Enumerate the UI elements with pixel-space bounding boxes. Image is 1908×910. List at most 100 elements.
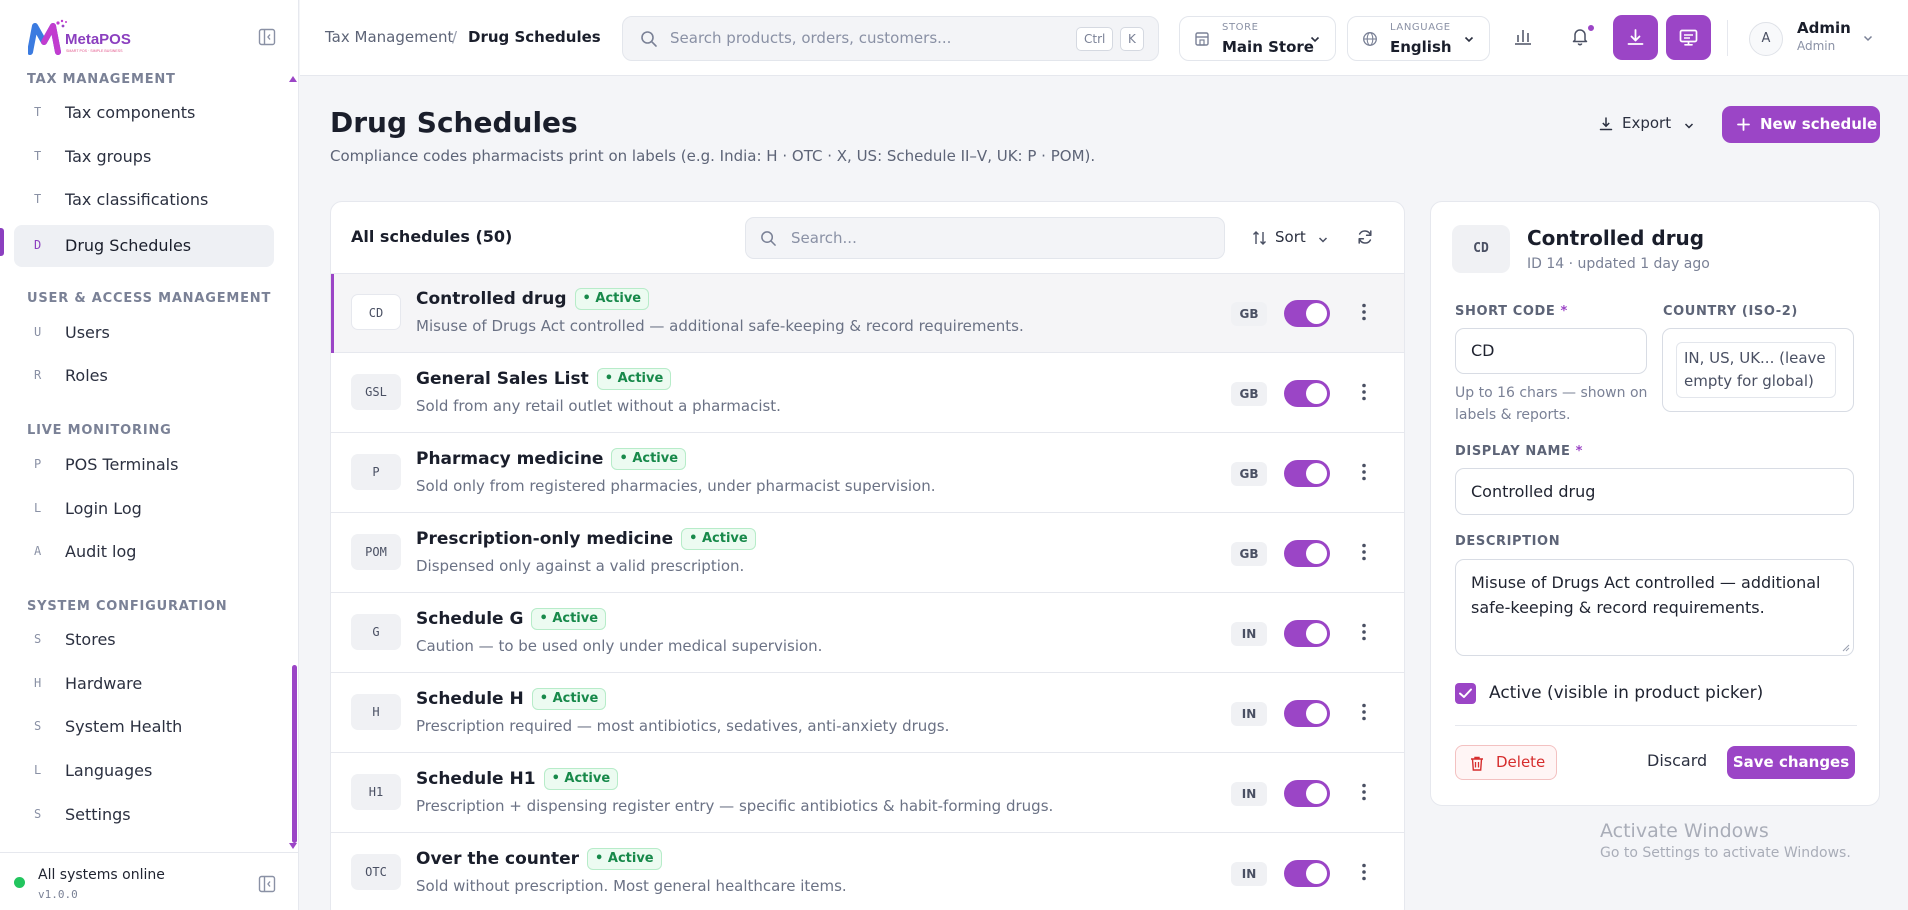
detail-divider [1455, 725, 1857, 726]
store-caption: STORE [1222, 22, 1259, 33]
schedule-code-badge: OTC [351, 854, 401, 890]
store-select[interactable]: STORE Main Store [1179, 16, 1336, 61]
chevron-down-icon [1463, 33, 1475, 45]
schedule-description: Misuse of Drugs Act controlled — additio… [416, 317, 1024, 335]
table-row[interactable]: H Schedule H • Active Prescription required… [331, 674, 1404, 753]
schedules-list-card: All schedules (50) Search... Sort CD Cont… [330, 201, 1405, 910]
store-icon [1194, 31, 1210, 47]
sidebar-item-tax-classifications[interactable]: T Tax classifications [14, 179, 274, 221]
chevron-down-icon[interactable] [1862, 32, 1874, 44]
table-row[interactable]: OTC Over the counter • Active Sold without … [331, 834, 1404, 910]
user-name[interactable]: Admin [1797, 19, 1851, 37]
refresh-icon[interactable] [1356, 228, 1374, 246]
schedule-name[interactable]: Prescription-only medicine • Active [416, 528, 756, 550]
collapse-sidebar-icon[interactable] [258, 28, 276, 46]
schedule-enabled-toggle[interactable] [1284, 860, 1330, 887]
sort-button[interactable]: Sort [1249, 222, 1333, 254]
metapos-logo[interactable]: MetaPOS SMART POS · SIMPLE BUSINESS [28, 18, 160, 58]
schedule-enabled-toggle[interactable] [1284, 540, 1330, 567]
description-field[interactable]: Misuse of Drugs Act controlled — additio… [1455, 559, 1854, 656]
short-code-field[interactable]: CD [1455, 328, 1647, 374]
analytics-icon[interactable] [1513, 26, 1533, 46]
schedule-enabled-toggle[interactable] [1284, 460, 1330, 487]
pos-terminal-button[interactable] [1666, 15, 1711, 60]
avatar[interactable]: A [1749, 22, 1783, 56]
sidebar-scrollbar-thumb[interactable] [292, 665, 297, 843]
schedule-enabled-toggle[interactable] [1284, 780, 1330, 807]
sidebar-item-settings[interactable]: S Settings [14, 794, 274, 836]
chevron-down-icon [1318, 237, 1328, 243]
save-changes-label: Save changes [1732, 753, 1850, 771]
schedule-description: Sold only from registered pharmacies, un… [416, 477, 936, 495]
sidebar-item-users[interactable]: U Users [14, 312, 274, 354]
more-options-icon[interactable] [1362, 863, 1366, 881]
more-options-icon[interactable] [1362, 623, 1366, 641]
schedule-enabled-toggle[interactable] [1284, 620, 1330, 647]
discard-button[interactable]: Discard [1647, 751, 1707, 770]
table-row[interactable]: G Schedule G • Active Caution — to be used … [331, 594, 1404, 673]
scroll-down-arrow-icon[interactable] [289, 843, 297, 849]
section-title-system-configuration: SYSTEM CONFIGURATION [27, 599, 228, 614]
schedule-name[interactable]: Schedule H • Active [416, 688, 607, 710]
schedule-code-badge: POM [351, 534, 401, 570]
new-schedule-button[interactable]: New schedule [1722, 106, 1880, 143]
country-field[interactable]: IN, US, UK... (leave empty for global) [1662, 328, 1854, 412]
sidebar-item-stores[interactable]: S Stores [14, 619, 274, 661]
export-button[interactable]: Export [1586, 106, 1704, 142]
table-row[interactable]: POM Prescription-only medicine • Active Dis… [331, 514, 1404, 593]
schedule-enabled-toggle[interactable] [1284, 300, 1330, 327]
schedule-name[interactable]: Controlled drug • Active [416, 288, 650, 310]
download-button[interactable] [1613, 15, 1658, 60]
description-value: Misuse of Drugs Act controlled — additio… [1471, 573, 1821, 617]
table-row[interactable]: P Pharmacy medicine • Active Sold only from… [331, 434, 1404, 513]
schedule-name[interactable]: Schedule H1 • Active [416, 768, 619, 790]
country-badge: IN [1231, 862, 1267, 886]
save-changes-button[interactable]: Save changes [1727, 746, 1855, 779]
table-row[interactable]: H1 Schedule H1 • Active Prescription + disp… [331, 754, 1404, 833]
status-badge: • Active [543, 768, 619, 790]
sidebar-item-pos-terminals[interactable]: P POS Terminals [14, 444, 274, 486]
display-name-field[interactable]: Controlled drug [1455, 468, 1854, 515]
required-mark: * [1560, 304, 1568, 319]
sidebar-item-drug-schedules[interactable]: D Drug Schedules [14, 225, 274, 267]
status-badge: • Active [574, 288, 650, 310]
delete-label: Delete [1496, 753, 1546, 771]
schedule-name[interactable]: Over the counter • Active [416, 848, 662, 870]
sidebar-item-audit-log[interactable]: A Audit log [14, 531, 274, 573]
more-options-icon[interactable] [1362, 303, 1366, 321]
sidebar-item-roles[interactable]: R Roles [14, 355, 274, 397]
collapse-sidebar-footer-icon[interactable] [258, 875, 276, 893]
more-options-icon[interactable] [1362, 383, 1366, 401]
breadcrumb-tax-management[interactable]: Tax Management [325, 28, 453, 46]
schedule-description: Prescription + dispensing register entry… [416, 797, 1054, 815]
sidebar-item-system-health[interactable]: S System Health [14, 706, 274, 748]
more-options-icon[interactable] [1362, 783, 1366, 801]
list-search-input[interactable]: Search... [745, 217, 1225, 259]
sidebar-item-hardware[interactable]: H Hardware [14, 663, 274, 705]
sidebar-item-languages[interactable]: L Languages [14, 750, 274, 792]
schedule-name[interactable]: Pharmacy medicine • Active [416, 448, 687, 470]
language-select[interactable]: LANGUAGE English [1347, 16, 1490, 61]
sidebar-item-tax-components[interactable]: T Tax components [14, 92, 274, 134]
resize-handle-icon[interactable] [1842, 644, 1850, 652]
active-checkbox[interactable] [1455, 683, 1476, 704]
delete-button[interactable]: Delete [1455, 745, 1557, 780]
country-badge: IN [1231, 782, 1267, 806]
table-row[interactable]: CD Controlled drug • Active Misuse of Drugs… [331, 274, 1404, 353]
schedule-name[interactable]: General Sales List • Active [416, 368, 672, 390]
country-badge: GB [1231, 382, 1267, 406]
more-options-icon[interactable] [1362, 543, 1366, 561]
more-options-icon[interactable] [1362, 703, 1366, 721]
more-options-icon[interactable] [1362, 463, 1366, 481]
sidebar-item-label: Stores [65, 630, 116, 649]
table-row[interactable]: GSL General Sales List • Active Sold from a… [331, 354, 1404, 433]
active-checkbox-label[interactable]: Active (visible in product picker) [1489, 683, 1763, 703]
scroll-up-arrow-icon[interactable] [289, 76, 297, 82]
sidebar-item-tax-groups[interactable]: T Tax groups [14, 136, 274, 178]
status-badge: • Active [531, 688, 607, 710]
schedule-enabled-toggle[interactable] [1284, 700, 1330, 727]
sidebar-item-login-log[interactable]: L Login Log [14, 488, 274, 530]
global-search-input[interactable]: Search products, orders, customers... Ct… [622, 16, 1159, 61]
schedule-enabled-toggle[interactable] [1284, 380, 1330, 407]
schedule-name[interactable]: Schedule G • Active [416, 608, 607, 630]
